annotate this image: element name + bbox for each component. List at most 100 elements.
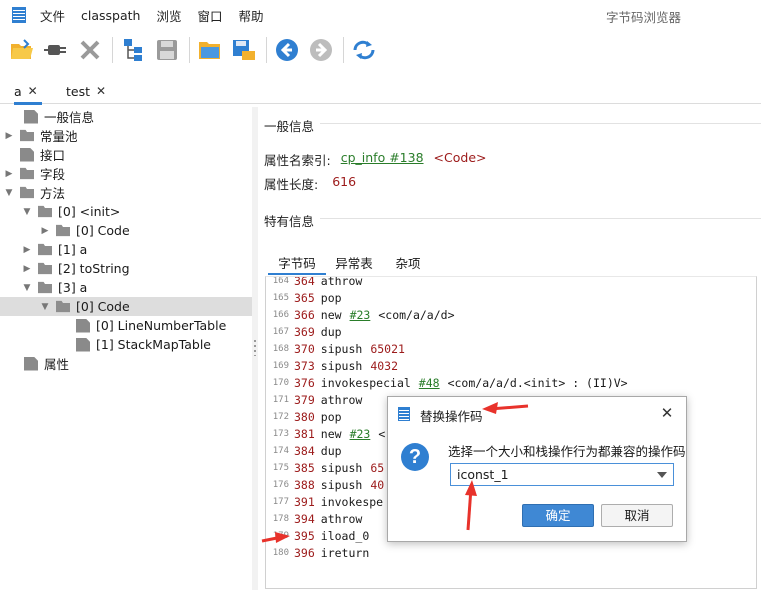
tree-node-label: 属性	[44, 357, 70, 372]
cp-reference-link[interactable]: #48	[419, 376, 440, 390]
opcode: new	[320, 426, 342, 441]
bytecode-line[interactable]: 170 376 invokespecial #48 <com/a/a/d.<init> …	[266, 374, 628, 391]
bytecode-offset: 379	[294, 392, 315, 407]
bytecode-line[interactable]: 167 369 dup	[266, 323, 342, 340]
tree-node-interfaces[interactable]: ▶ 接口	[4, 145, 65, 164]
bytecode-line[interactable]: 180 396 ireturn	[266, 544, 370, 561]
tree-node-line-number-table[interactable]: [0] LineNumberTable	[76, 316, 226, 335]
tree-node-general[interactable]: ▶ 一般信息	[8, 107, 94, 126]
cp-info-link[interactable]: cp_info #138	[341, 150, 424, 169]
bytecode-line[interactable]: 169 373 sipush 4032	[266, 357, 398, 374]
subtab-misc[interactable]: 杂项	[388, 249, 428, 275]
file-icon	[76, 337, 90, 352]
tree-node-methods[interactable]: ▼ 方法	[4, 183, 65, 202]
tree-node-label: [0] Code	[76, 299, 130, 314]
tree-node-method-init[interactable]: ▼ [0] <init>	[22, 202, 121, 221]
collapse-arrow-icon[interactable]: ▼	[22, 207, 32, 217]
bytecode-line[interactable]: 168 370 sipush 65021	[266, 340, 405, 357]
menu-bar: 文件 classpath 浏览 窗口 帮助 字节码浏览器	[0, 0, 761, 30]
opcode: athrow	[320, 392, 363, 407]
bytecode-line[interactable]: 178 394 athrow	[266, 510, 363, 527]
question-icon: ?	[401, 443, 429, 471]
collapse-arrow-icon[interactable]: ▼	[4, 188, 14, 198]
cp-reference-link[interactable]: #23	[350, 308, 371, 322]
collapse-arrow-icon[interactable]: ▼	[40, 302, 50, 312]
bytecode-line[interactable]: 166 366 new #23 <com/a/a/d>	[266, 306, 455, 323]
forward-icon[interactable]	[307, 36, 335, 64]
toolbar-separator	[266, 37, 267, 63]
bytecode-line[interactable]: 173 381 new #23 <	[266, 425, 386, 442]
tree-node-init-code[interactable]: ▶ [0] Code	[40, 221, 130, 240]
bytecode-line[interactable]: 171 379 athrow	[266, 391, 363, 408]
ok-button[interactable]: 确定	[522, 504, 594, 527]
line-number: 165	[272, 292, 289, 303]
tree-node-label: [0] Code	[76, 223, 130, 238]
opcode-select[interactable]: iconst_1	[450, 463, 674, 486]
menu-classpath[interactable]: classpath	[81, 8, 140, 23]
folder-open-icon[interactable]	[196, 36, 224, 64]
tree-node-label: [2] toString	[58, 261, 130, 276]
operand: 65021	[370, 341, 405, 356]
expand-arrow-icon[interactable]: ▶	[22, 245, 32, 255]
back-icon[interactable]	[273, 36, 301, 64]
toolbar	[0, 30, 761, 70]
bytecode-line[interactable]: 164 364 athrow	[266, 277, 363, 289]
cp-reference-link[interactable]: #23	[350, 427, 371, 441]
save-icon[interactable]	[153, 36, 181, 64]
tree-node-constant-pool[interactable]: ▶ 常量池	[4, 126, 78, 145]
tab-a[interactable]: a ✕	[14, 78, 42, 105]
expand-arrow-icon[interactable]: ▶	[40, 226, 50, 236]
save-as-icon[interactable]	[230, 36, 258, 64]
tree-node-stack-map-table[interactable]: [1] StackMapTable	[76, 335, 211, 354]
expand-arrow-icon[interactable]: ▶	[4, 131, 14, 141]
folder-icon	[38, 281, 52, 294]
operand: 4032	[370, 358, 399, 373]
subtab-bytecode[interactable]: 字节码	[268, 249, 326, 275]
splitter-grip-icon[interactable]	[254, 340, 256, 356]
tree-node-fields[interactable]: ▶ 字段	[4, 164, 65, 183]
line-number: 176	[272, 479, 289, 490]
tab-close-icon[interactable]: ✕	[28, 84, 38, 98]
bytecode-line[interactable]: 165 365 pop	[266, 289, 342, 306]
refresh-icon[interactable]	[350, 36, 378, 64]
opcode: pop	[320, 290, 342, 305]
tab-close-icon[interactable]: ✕	[96, 84, 106, 98]
operand: 40	[370, 477, 385, 492]
menu-file[interactable]: 文件	[40, 6, 65, 25]
tab-test[interactable]: test ✕	[66, 78, 106, 104]
tree-node-label: 一般信息	[44, 110, 95, 125]
bytecode-line[interactable]: 175 385 sipush 65	[266, 459, 384, 476]
close-icon[interactable]	[76, 36, 104, 64]
cancel-button[interactable]: 取消	[601, 504, 673, 527]
opcode-select-value: iconst_1	[457, 467, 509, 482]
file-icon	[24, 356, 38, 371]
open-folder-icon[interactable]	[8, 36, 36, 64]
subtab-exception-table[interactable]: 异常表	[330, 249, 378, 275]
expand-arrow-icon[interactable]: ▶	[4, 169, 14, 179]
tree-node-method-a1[interactable]: ▶ [1] a	[22, 240, 88, 259]
tree-node-method-a3[interactable]: ▼ [3] a	[22, 278, 88, 297]
tree-node-a3-code[interactable]: ▼ [0] Code	[0, 297, 252, 316]
line-number: 175	[272, 462, 289, 473]
bytecode-line[interactable]: 177 391 invokespe	[266, 493, 383, 510]
expand-arrow-icon[interactable]: ▶	[22, 264, 32, 274]
tree-node-attributes[interactable]: ▶ 属性	[8, 354, 69, 373]
app-icon	[398, 407, 410, 421]
bytecode-line[interactable]: 172 380 pop	[266, 408, 342, 425]
tree-node-label: [3] a	[58, 280, 88, 295]
plugin-icon[interactable]	[42, 36, 70, 64]
bytecode-line[interactable]: 174 384 dup	[266, 442, 342, 459]
folder-icon	[38, 205, 52, 218]
tree-node-method-tostring[interactable]: ▶ [2] toString	[22, 259, 130, 278]
close-icon[interactable]: ✕	[656, 402, 678, 424]
chevron-down-icon[interactable]	[657, 472, 667, 478]
tree-node-label: [0] LineNumberTable	[96, 318, 227, 333]
bytecode-offset: 394	[294, 511, 315, 526]
menu-browse[interactable]: 浏览	[156, 6, 181, 25]
menu-window[interactable]: 窗口	[197, 6, 222, 25]
bytecode-line[interactable]: 179 395 iload_0	[266, 527, 370, 544]
collapse-arrow-icon[interactable]: ▼	[22, 283, 32, 293]
bytecode-line[interactable]: 176 388 sipush 40	[266, 476, 384, 493]
menu-help[interactable]: 帮助	[239, 6, 264, 25]
tree-icon[interactable]	[119, 36, 147, 64]
